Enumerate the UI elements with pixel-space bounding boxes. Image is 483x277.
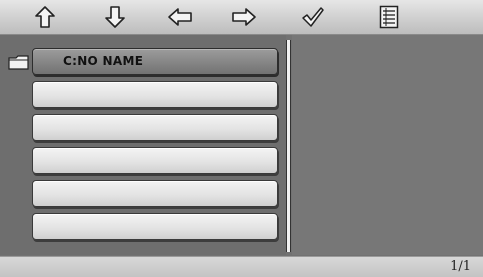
page-indicator: 1/1 — [450, 259, 471, 274]
list-item[interactable]: C:NO NAME — [32, 48, 278, 75]
right-arrow-button[interactable] — [225, 3, 263, 31]
toolbar — [0, 0, 483, 35]
status-bar: 1/1 — [0, 256, 483, 277]
up-arrow-icon — [35, 6, 55, 28]
list-item-label: C:NO NAME — [63, 54, 144, 68]
up-arrow-button[interactable] — [26, 3, 64, 31]
list-item[interactable] — [32, 213, 278, 240]
left-arrow-button[interactable] — [161, 3, 199, 31]
list-item[interactable] — [32, 81, 278, 108]
file-list: C:NO NAME — [0, 35, 286, 255]
down-arrow-button[interactable] — [96, 3, 134, 31]
scrollbar[interactable] — [286, 40, 291, 252]
left-arrow-icon — [168, 8, 192, 26]
folder-icon — [8, 55, 29, 70]
down-arrow-icon — [105, 6, 125, 28]
list-view-button[interactable] — [370, 3, 408, 31]
checkmark-icon — [302, 7, 324, 27]
list-icon — [379, 5, 399, 29]
preview-pane — [292, 35, 483, 255]
list-item[interactable] — [32, 147, 278, 174]
confirm-button[interactable] — [294, 3, 332, 31]
file-browser-screen: C:NO NAME 1/1 — [0, 0, 483, 277]
right-arrow-icon — [232, 8, 256, 26]
list-item[interactable] — [32, 114, 278, 141]
list-item[interactable] — [32, 180, 278, 207]
